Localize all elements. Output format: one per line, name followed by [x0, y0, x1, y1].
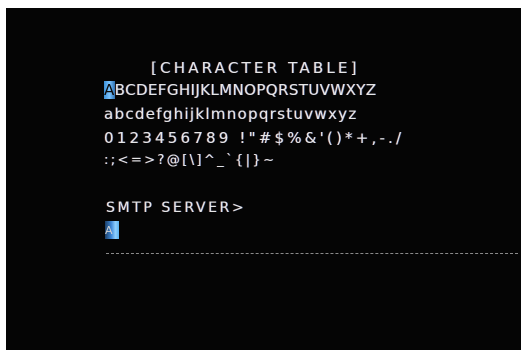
selected-character[interactable]: A [104, 81, 115, 99]
char-row-uppercase-rest[interactable]: BCDEFGHIJKLMNOPQRSTUVWXYZ [115, 81, 377, 99]
cursor-character: A [105, 224, 113, 237]
input-underline [106, 253, 518, 254]
char-row-uppercase: ABCDEFGHIJKLMNOPQRSTUVWXYZ [104, 81, 377, 99]
char-row-digits-symbols[interactable]: 0123456789 !"#$%&'()*+,-./ [104, 129, 404, 147]
page-title: [CHARACTER TABLE] [151, 59, 360, 77]
char-row-punctuation[interactable]: :;<=>?@[\]^_`{|}~ [104, 153, 276, 168]
smtp-server-label: SMTP SERVER> [106, 200, 247, 216]
device-screen: [CHARACTER TABLE] ABCDEFGHIJKLMNOPQRSTUV… [6, 8, 521, 350]
char-row-lowercase[interactable]: abcdefghijklmnopqrstuvwxyz [104, 105, 358, 123]
